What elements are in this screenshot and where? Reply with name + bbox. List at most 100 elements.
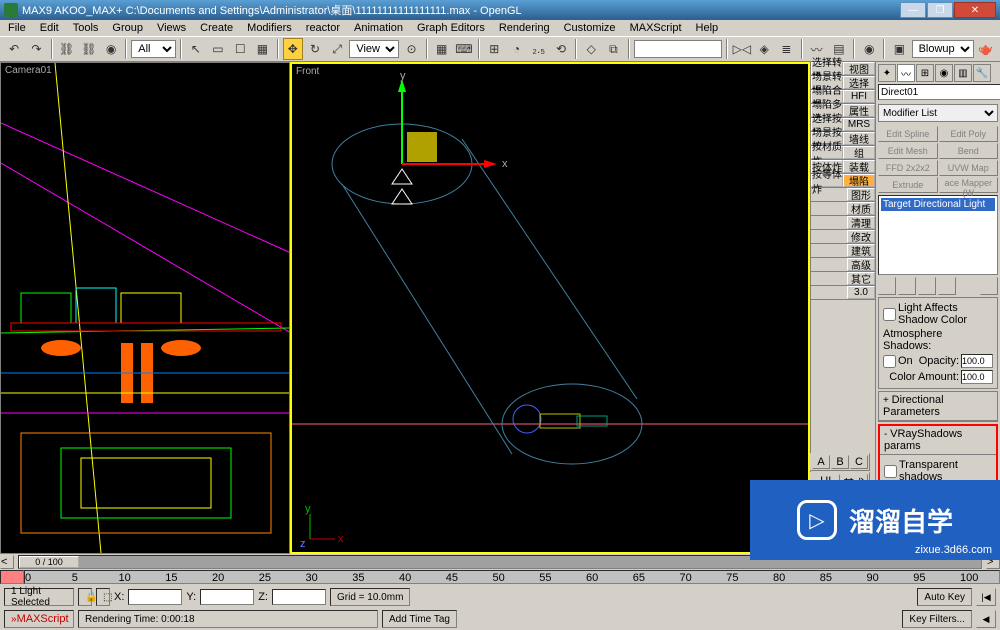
hierarchy-tab[interactable]: ⊞ bbox=[916, 64, 934, 82]
track-button[interactable] bbox=[0, 570, 24, 584]
rotate-button[interactable]: ↻ bbox=[305, 38, 325, 60]
sidepanel-left-8[interactable]: 按等体炸 bbox=[811, 174, 843, 187]
mod-ffd[interactable]: FFD 2x2x2 bbox=[878, 160, 938, 176]
unique-button[interactable] bbox=[918, 277, 936, 295]
menu-edit[interactable]: Edit bbox=[34, 22, 65, 34]
sidepanel-left-6[interactable]: 按材质炸 bbox=[811, 146, 843, 159]
sidepanel-right-3[interactable]: 属性 bbox=[843, 104, 875, 117]
unlink-button[interactable]: ⛓ bbox=[79, 38, 99, 60]
sidepanel-right-10[interactable]: 材质 bbox=[847, 202, 875, 215]
opacity-input[interactable] bbox=[961, 354, 993, 368]
move-button[interactable]: ✥ bbox=[283, 38, 303, 60]
time-slider-thumb[interactable]: 0 / 100 bbox=[19, 556, 79, 568]
quick-render-button[interactable]: 🫖 bbox=[976, 38, 996, 60]
modify-tab[interactable]: 〰 bbox=[897, 64, 915, 82]
modifier-list-dropdown[interactable]: Modifier List bbox=[878, 104, 998, 122]
link-button[interactable]: ⛓ bbox=[57, 38, 77, 60]
pivot-button[interactable]: ⊙ bbox=[401, 38, 421, 60]
sidepanel-right-13[interactable]: 建筑 bbox=[847, 244, 875, 257]
remove-mod-button[interactable] bbox=[938, 277, 956, 295]
goto-start[interactable]: |◀ bbox=[976, 588, 996, 606]
display-tab[interactable]: ▥ bbox=[954, 64, 972, 82]
configure-button[interactable] bbox=[980, 277, 998, 295]
modifier-stack[interactable]: Target Directional Light bbox=[878, 195, 998, 275]
keyfilters-button[interactable]: Key Filters... bbox=[902, 610, 972, 628]
keyboard-button[interactable]: ⌨ bbox=[454, 38, 474, 60]
autokey-button[interactable]: Auto Key bbox=[917, 588, 972, 606]
prev-frame[interactable]: ◀ bbox=[976, 610, 996, 628]
menu-rendering[interactable]: Rendering bbox=[493, 22, 556, 34]
sidepanel-right-14[interactable]: 高级 bbox=[847, 258, 875, 271]
object-name-input[interactable] bbox=[878, 84, 1000, 100]
coord-display[interactable]: ⬚ bbox=[96, 588, 110, 606]
menu-reactor[interactable]: reactor bbox=[300, 22, 346, 34]
sidepanel-right-12[interactable]: 修改 bbox=[847, 230, 875, 243]
sidepanel-right-5[interactable]: 墙线 bbox=[843, 132, 875, 145]
viewport-front[interactable]: Front bbox=[290, 62, 810, 554]
manipulate-button[interactable]: ▦ bbox=[432, 38, 452, 60]
angle-snap-button[interactable]: ◔ bbox=[506, 38, 526, 60]
layer-b[interactable]: B bbox=[831, 455, 849, 469]
layers-button[interactable]: ≣ bbox=[776, 38, 796, 60]
sidepanel-right-0[interactable]: 视图 bbox=[843, 62, 875, 75]
sidepanel-right-4[interactable]: MRS bbox=[843, 118, 875, 131]
spinner-snap-button[interactable]: ⟲ bbox=[551, 38, 571, 60]
sidepanel-right-9[interactable]: 图形 bbox=[847, 188, 875, 201]
timeline-lock[interactable]: < bbox=[0, 555, 14, 569]
viewport-camera[interactable]: Camera01 bbox=[0, 62, 290, 554]
layer-c[interactable]: C bbox=[850, 455, 868, 469]
percent-snap-button[interactable]: ₂.₅ bbox=[529, 38, 549, 60]
sidepanel-right-16[interactable]: 3.0 bbox=[847, 286, 875, 299]
directional-rollout[interactable]: + Directional Parameters bbox=[878, 391, 998, 422]
mod-edit-spline[interactable]: Edit Spline bbox=[878, 126, 938, 142]
create-tab[interactable]: ✦ bbox=[878, 64, 896, 82]
menu-customize[interactable]: Customize bbox=[558, 22, 622, 34]
mirror-button[interactable]: ⧉ bbox=[603, 38, 623, 60]
close-button[interactable]: ✕ bbox=[954, 2, 996, 18]
menu-modifiers[interactable]: Modifiers bbox=[241, 22, 298, 34]
named-sel-button[interactable]: ◇ bbox=[581, 38, 601, 60]
light-affects-checkbox[interactable] bbox=[883, 308, 896, 321]
sidepanel-right-2[interactable]: HFI bbox=[843, 90, 875, 103]
sidepanel-right-7[interactable]: 装载 bbox=[843, 160, 875, 173]
x-input[interactable] bbox=[128, 589, 182, 605]
undo-button[interactable]: ↶ bbox=[4, 38, 24, 60]
atmos-on-checkbox[interactable] bbox=[883, 355, 896, 368]
named-selection-input[interactable] bbox=[634, 40, 722, 58]
menu-tools[interactable]: Tools bbox=[67, 22, 105, 34]
menu-create[interactable]: Create bbox=[194, 22, 239, 34]
layer-a[interactable]: A bbox=[812, 455, 830, 469]
bind-button[interactable]: ◉ bbox=[101, 38, 121, 60]
selection-filter[interactable]: All bbox=[131, 40, 175, 58]
mod-mapper[interactable]: ace Mapper (W bbox=[939, 177, 999, 193]
sidepanel-right-8[interactable]: 塌陷 bbox=[843, 174, 875, 187]
mod-extrude[interactable]: Extrude bbox=[878, 177, 938, 193]
mod-edit-poly[interactable]: Edit Poly bbox=[939, 126, 999, 142]
scale-button[interactable]: ⤢ bbox=[327, 38, 347, 60]
refcoord-dropdown[interactable]: View bbox=[349, 40, 399, 58]
menu-views[interactable]: Views bbox=[151, 22, 192, 34]
menu-group[interactable]: Group bbox=[106, 22, 149, 34]
time-ruler[interactable]: 0510152025303540455055606570758085909510… bbox=[24, 570, 1000, 584]
sidepanel-right-11[interactable]: 清理 bbox=[847, 216, 875, 229]
render-scene-button[interactable]: ▣ bbox=[889, 38, 909, 60]
stack-item[interactable]: Target Directional Light bbox=[881, 198, 995, 211]
sidepanel-right-15[interactable]: 其它 bbox=[847, 272, 875, 285]
menu-file[interactable]: File bbox=[2, 22, 32, 34]
render-preset[interactable]: Blowup bbox=[912, 40, 974, 58]
select-name-button[interactable]: ▭ bbox=[208, 38, 228, 60]
sidepanel-right-6[interactable]: 组 bbox=[843, 146, 875, 159]
coloramt-input[interactable] bbox=[961, 370, 993, 384]
align-button[interactable]: ◈ bbox=[754, 38, 774, 60]
maximize-button[interactable]: ❐ bbox=[927, 2, 953, 18]
material-button[interactable]: ◉ bbox=[859, 38, 879, 60]
mod-bend[interactable]: Bend bbox=[939, 143, 999, 159]
snap-button[interactable]: ⊞ bbox=[484, 38, 504, 60]
utilities-tab[interactable]: 🔧 bbox=[973, 64, 991, 82]
menu-grapheditors[interactable]: Graph Editors bbox=[411, 22, 491, 34]
transparent-shadows-checkbox[interactable] bbox=[884, 465, 897, 478]
show-result-button[interactable] bbox=[898, 277, 916, 295]
mod-edit-mesh[interactable]: Edit Mesh bbox=[878, 143, 938, 159]
motion-tab[interactable]: ◉ bbox=[935, 64, 953, 82]
menu-help[interactable]: Help bbox=[690, 22, 725, 34]
